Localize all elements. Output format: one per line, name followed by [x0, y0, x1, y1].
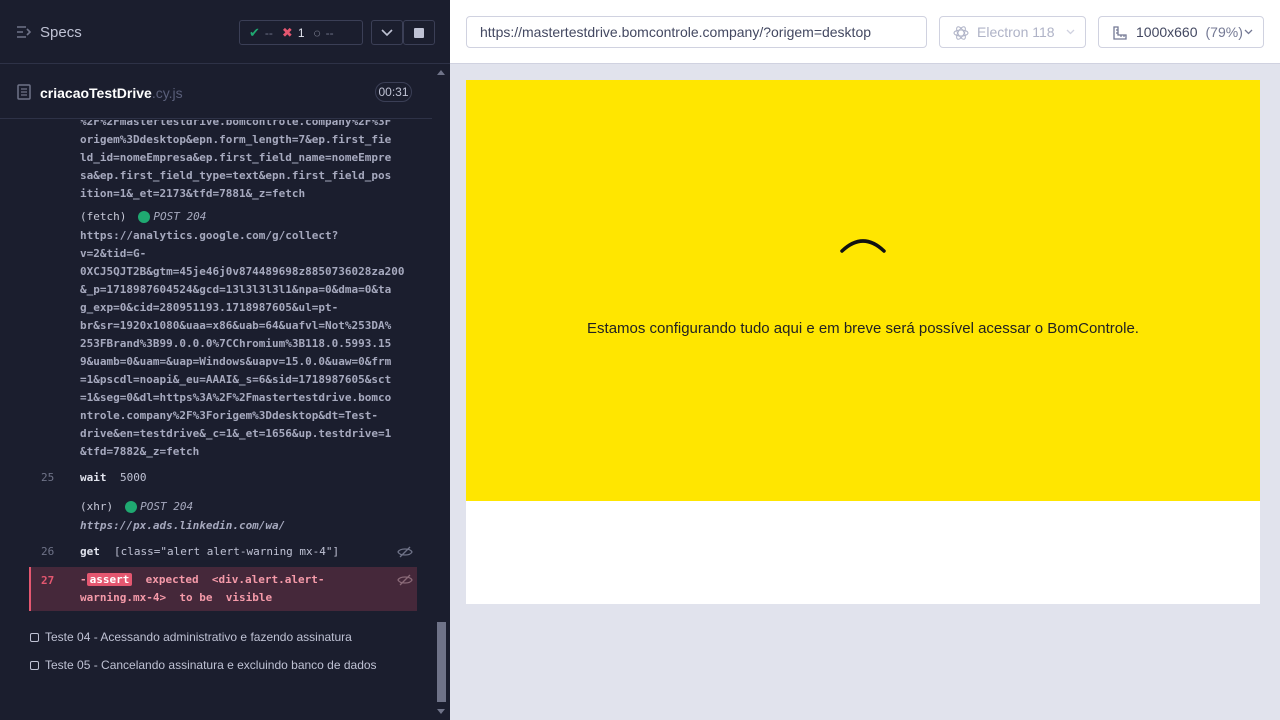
test-status-icon — [30, 660, 39, 670]
aut-header: https://mastertestdrive.bomcontrole.comp… — [450, 0, 1280, 64]
log-text-line: =1&seg=0&dl=https%3A%2F%2Fmastertestdriv… — [80, 391, 392, 404]
failed-count: ✖ 1 — [281, 24, 305, 40]
test-item-04[interactable]: Teste 04 - Acessando administrativo e fa… — [30, 630, 352, 644]
browser-selector[interactable]: Electron 118 — [939, 16, 1086, 48]
reporter-header: Specs ✔ -- ✖ 1 ◌ -- — [0, 0, 450, 64]
url-bar[interactable]: https://mastertestdrive.bomcontrole.comp… — [466, 16, 927, 48]
stop-icon — [414, 27, 424, 38]
log-text-line: 0XCJ5QJT2B&gtm=45je46j0v874489698z885073… — [80, 265, 405, 278]
loading-screen: Estamos configurando tudo aqui e em brev… — [466, 80, 1260, 501]
scroll-down-icon[interactable] — [437, 709, 445, 714]
spinner-icon: ◌ — [313, 25, 321, 40]
log-text-line: origem%3Ddesktop&epn.form_length=7&ep.fi… — [80, 133, 392, 146]
test-stats: ✔ -- ✖ 1 ◌ -- — [239, 20, 363, 45]
spec-file-name[interactable]: criacaoTestDrive.cy.js — [40, 85, 183, 101]
log-scrollbar[interactable] — [433, 64, 450, 720]
scroll-thumb[interactable] — [437, 622, 446, 702]
chevron-down-icon — [1244, 29, 1253, 35]
scroll-up-icon[interactable] — [437, 70, 445, 75]
command-row-wait[interactable]: 25 wait 5000 — [30, 466, 417, 490]
status-dot-icon — [125, 501, 138, 513]
document-icon — [17, 84, 31, 100]
xhr-request[interactable]: (xhr) POST 204 — [80, 498, 193, 516]
loading-message: Estamos configurando tudo aqui e em brev… — [587, 320, 1139, 337]
log-text-line: drive&en=testdrive&_c=1&_et=1656&up.test… — [80, 427, 392, 440]
log-text-line: 253FBrand%3B99.0.0.0%7CChromium%3B118.0.… — [80, 337, 392, 350]
command-row-get[interactable]: 26 get [class="alert alert-warning mx-4"… — [30, 540, 417, 564]
log-text-line: ntrole.company%2F%3Forigem%3Ddesktop&dt=… — [80, 409, 379, 422]
test-item-05[interactable]: Teste 05 - Cancelando assinatura e exclu… — [30, 658, 377, 672]
fetch-url-text: https://analytics.google.com/g/collect? v… — [80, 227, 405, 461]
specs-list-icon[interactable] — [16, 25, 32, 39]
test-status-icon — [30, 632, 39, 642]
electron-icon — [953, 26, 969, 40]
chevron-down-icon — [1066, 29, 1075, 35]
log-text-line: %2F%2Fmastertestdrive.bomcontrole.compan… — [80, 120, 392, 128]
request-url-text: %2F%2Fmastertestdrive.bomcontrole.compan… — [80, 120, 391, 203]
xhr-url-text: https://px.ads.linkedin.com/wa/ — [80, 519, 286, 532]
spec-duration: 00:31 — [375, 82, 412, 102]
x-icon: ✖ — [281, 24, 293, 40]
fetch-request[interactable]: (fetch) POST 204 — [80, 208, 206, 226]
log-text-line: =1&pscdl=noapi&_eu=AAAI&_s=6&sid=1718987… — [80, 373, 392, 386]
hidden-eye-icon — [397, 574, 413, 586]
log-text-line: 9&uamb=0&uam=&uap=Windows&uapv=15.0.0&ua… — [80, 355, 392, 368]
log-text-line: ition=1&_et=2173&tfd=7881&_z=fetch — [80, 187, 306, 200]
app-iframe: Estamos configurando tudo aqui e em brev… — [466, 80, 1260, 604]
status-dot-icon — [138, 211, 151, 223]
command-log-panel: Specs ✔ -- ✖ 1 ◌ -- criacaoTestDrive.cy.… — [0, 0, 450, 720]
viewport-selector[interactable]: 1000x660 (79%) — [1098, 16, 1264, 48]
check-icon: ✔ — [249, 24, 260, 40]
log-text-line: https://analytics.google.com/g/collect? — [80, 229, 339, 242]
app-under-test-panel: https://mastertestdrive.bomcontrole.comp… — [450, 0, 1280, 720]
specs-label[interactable]: Specs — [40, 24, 82, 41]
log-text-line: v=2&tid=G- — [80, 247, 147, 260]
stop-button[interactable] — [403, 20, 435, 45]
log-text-line: sa&ep.first_field_type=text&epn.first_fi… — [80, 169, 392, 182]
expand-collapse-button[interactable] — [371, 20, 403, 45]
chevron-down-icon — [381, 28, 393, 36]
log-text-line: &tfd=7882&_z=fetch — [80, 445, 200, 458]
pending-count: ◌ -- — [313, 25, 334, 40]
hidden-eye-icon — [397, 546, 413, 558]
log-text-line: br&sr=1920x1080&uaa=x86&uab=64&uafvl=Not… — [80, 319, 392, 332]
log-text-line: ld_id=nomeEmpresa&ep.first_field_name=no… — [80, 151, 392, 164]
ruler-icon — [1113, 26, 1127, 40]
log-text-line: &_p=1718987604524&gcd=13l3l3l3l1&npa=0&d… — [80, 283, 392, 296]
passed-count: ✔ -- — [249, 24, 273, 40]
log-text-line: g_exp=0&cid=280951193.1718987605&ul=pt- — [80, 301, 339, 314]
loading-spinner-icon — [840, 239, 886, 253]
command-log: %2F%2Fmastertestdrive.bomcontrole.compan… — [0, 120, 432, 680]
assert-badge: assert — [86, 573, 133, 586]
command-row-assert-failed[interactable]: 27 - assert expected <div.alert.alert- wa… — [29, 567, 417, 611]
spec-title: criacaoTestDrive.cy.js 00:31 — [0, 65, 432, 119]
